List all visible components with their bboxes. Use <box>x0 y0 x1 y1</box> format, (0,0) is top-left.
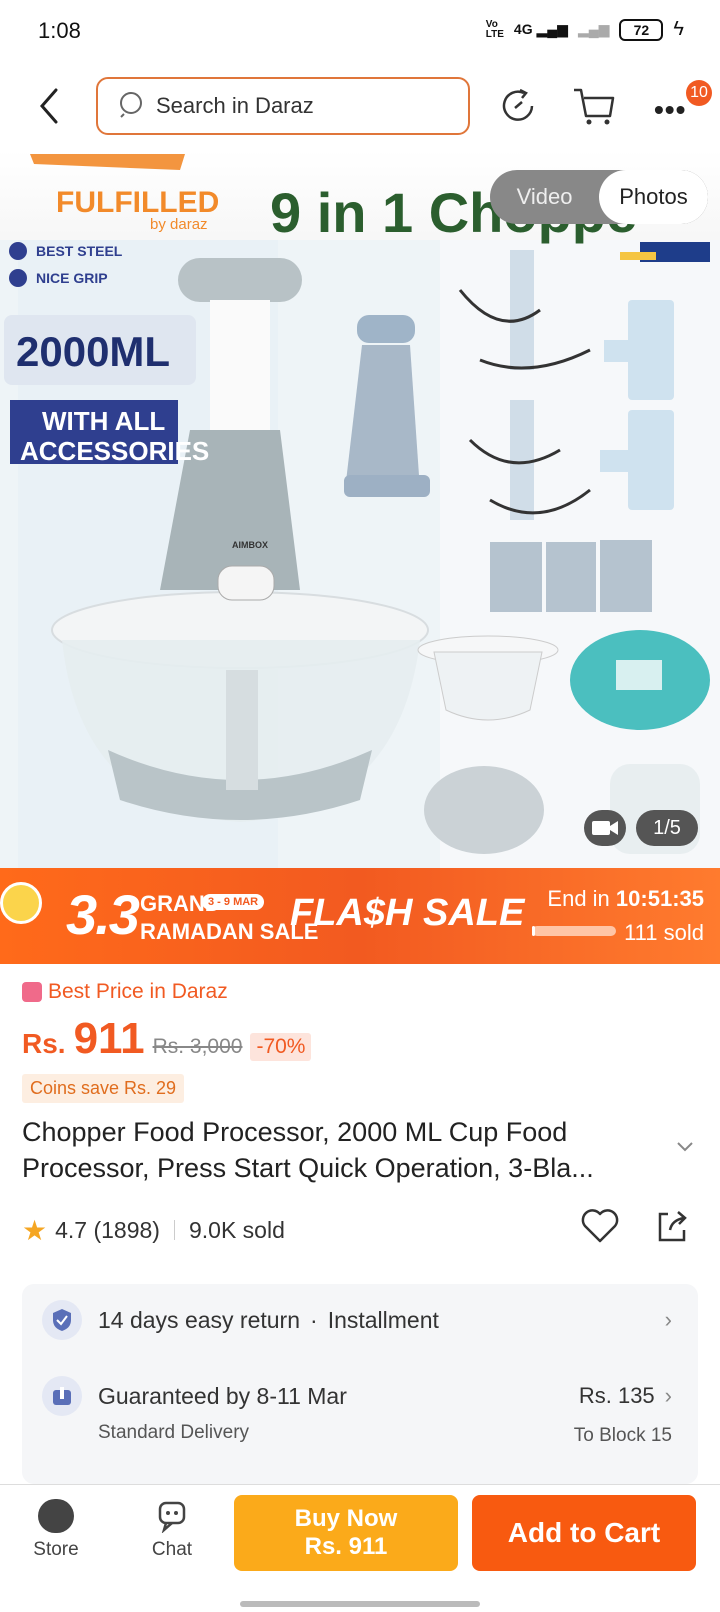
chat-icon <box>154 1499 190 1534</box>
expand-title-icon[interactable] <box>676 1140 694 1158</box>
return-row[interactable]: 14 days easy return · Installment › <box>42 1300 678 1340</box>
share-history-icon[interactable] <box>498 86 538 131</box>
top-bar: Search in Daraz ••• 10 <box>0 64 720 150</box>
status-time: 1:08 <box>38 18 81 43</box>
price-row: Rs. 911 Rs. 3,000 -70% <box>22 1014 702 1064</box>
search-placeholder: Search in Daraz <box>156 93 314 118</box>
flash-sale-label: FLA$H SALE <box>290 892 525 934</box>
search-input[interactable]: Search in Daraz <box>96 77 470 135</box>
status-bar: 1:08 Vo LTE 4G ▂▄▆ ▂▄▆ 72 ϟ <box>0 0 720 64</box>
installment-text: Installment <box>327 1306 439 1333</box>
video-icon[interactable] <box>584 810 626 846</box>
shield-icon <box>42 1300 82 1340</box>
guarantee-row[interactable]: Guaranteed by 8-11 Mar Standard Delivery… <box>42 1376 678 1446</box>
original-price: Rs. 3,000 <box>152 1035 243 1058</box>
discount-badge: -70% <box>250 1033 312 1061</box>
delivery-card: 14 days easy return · Installment › Guar… <box>22 1284 698 1484</box>
sale-dates: 3 - 9 MAR <box>202 894 265 910</box>
accessories-line-2: ACCESSORIES <box>20 436 210 466</box>
store-button[interactable]: Store <box>16 1499 96 1561</box>
charging-icon: ϟ <box>673 18 684 40</box>
accessories-line-1: WITH ALL <box>42 406 166 436</box>
star-icon: ★ <box>22 1214 48 1246</box>
brand-label: AIMBOX <box>232 540 268 550</box>
countdown: End in 10:51:35 <box>547 886 704 911</box>
best-price-label: Best Price in Daraz <box>22 980 702 1004</box>
sale-number: 3.3 <box>66 883 140 946</box>
signal-icon: 4G ▂▄▆ <box>513 21 568 37</box>
divider <box>173 1220 175 1240</box>
battery-icon: 72 <box>619 18 664 41</box>
add-to-cart-button[interactable]: Add to Cart <box>472 1495 696 1571</box>
capacity-label: 2000ML <box>16 328 171 375</box>
by-daraz-label: by daraz <box>150 216 208 233</box>
more-options-icon[interactable]: ••• <box>654 94 686 126</box>
feature-best-steel: BEST STEEL <box>36 243 123 259</box>
tab-photos[interactable]: Photos <box>599 170 708 224</box>
coins-save-badge: Coins save Rs. 29 <box>22 1074 185 1103</box>
home-indicator <box>240 1601 480 1607</box>
review-count: (1898) <box>93 1216 160 1243</box>
chevron-right-icon: › <box>664 1383 672 1408</box>
return-text: 14 days easy return <box>98 1306 301 1333</box>
best-price-icon <box>22 982 42 1002</box>
sold-progress-bar <box>532 926 616 936</box>
product-image-gallery[interactable]: FULFILLED by daraz 9 in 1 Choppe BEST ST… <box>0 150 720 868</box>
current-price: 911 <box>73 1014 145 1063</box>
bottom-action-bar: Store Chat Buy Now Rs. 911 Add to Cart <box>0 1484 720 1612</box>
store-icon <box>38 1499 74 1533</box>
buy-now-button[interactable]: Buy Now Rs. 911 <box>234 1495 458 1571</box>
fulfilled-label: FULFILLED <box>56 186 220 219</box>
delivery-fee: Rs. 135 <box>578 1383 655 1408</box>
cart-count-badge: 10 <box>686 80 712 106</box>
delivery-box-icon <box>42 1376 82 1416</box>
gallery-tabs: Video Photos <box>490 170 708 224</box>
cart-icon[interactable] <box>572 84 616 133</box>
price-section: Best Price in Daraz Rs. 911 Rs. 3,000 -7… <box>22 980 702 1103</box>
feature-nice-grip: NICE GRIP <box>36 270 108 286</box>
back-button[interactable] <box>34 84 64 128</box>
rating-value: 4.7 <box>55 1216 88 1243</box>
chat-button[interactable]: Chat <box>132 1499 212 1561</box>
guarantee-text: Guaranteed by 8-11 Mar <box>98 1383 347 1409</box>
delivery-location: To Block 15 <box>573 1425 672 1446</box>
product-title: Chopper Food Processor, 2000 ML Cup Food… <box>22 1117 594 1183</box>
sold-count-product: 9.0K sold <box>188 1216 285 1243</box>
sold-count: 111 sold <box>624 920 704 945</box>
search-icon <box>118 90 146 123</box>
share-icon[interactable] <box>654 1208 690 1249</box>
image-counter: 1/5 <box>636 810 698 846</box>
heart-icon[interactable] <box>580 1208 620 1249</box>
status-icons: Vo LTE 4G ▂▄▆ ▂▄▆ 72 ϟ <box>486 18 684 41</box>
flash-sale-banner[interactable]: 3.3 GRAND RAMADAN SALE 3 - 9 MAR FLA$H S… <box>0 868 720 964</box>
currency: Rs. <box>22 1028 66 1059</box>
clock-emoji-icon <box>0 882 42 924</box>
volte-icon: Vo LTE <box>485 18 504 40</box>
chevron-right-icon: › <box>664 1307 672 1332</box>
tab-video[interactable]: Video <box>490 170 599 224</box>
signal-2-icon: ▂▄▆ <box>577 21 610 37</box>
standard-delivery-text: Standard Delivery <box>98 1422 250 1443</box>
